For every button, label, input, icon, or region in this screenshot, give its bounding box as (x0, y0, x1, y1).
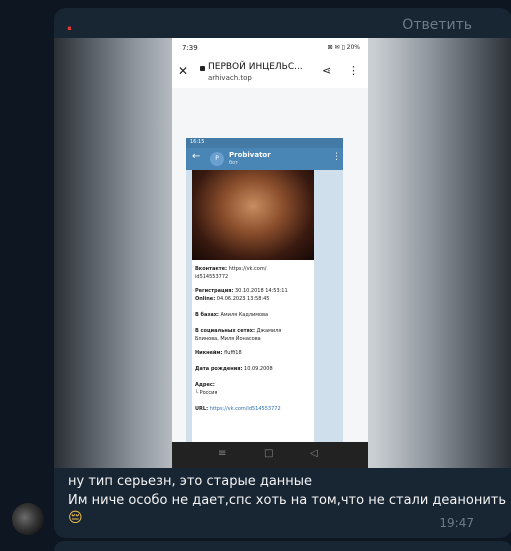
share-icon: ⋖ (322, 64, 332, 77)
next-message-bubble (54, 541, 511, 551)
attached-image[interactable]: 7:39 ⊠ ✉ ▯ 20% ✕ ПЕРВОЙ ИНЦЕЛЬС... arhiv… (54, 38, 511, 468)
bot-avatar: P (210, 152, 224, 166)
message-bubble: 7:39 ⊠ ✉ ▯ 20% ✕ ПЕРВОЙ ИНЦЕЛЬС... arhiv… (54, 38, 511, 538)
phone-screenshot: 7:39 ⊠ ✉ ▯ 20% ✕ ПЕРВОЙ ИНЦЕЛЬС... arhiv… (172, 38, 368, 468)
info-line: URL: https://vk.com/id514553772 (195, 406, 281, 412)
message-timestamp: 19:47 (439, 516, 474, 530)
info-line: id514553772 (195, 274, 229, 280)
bot-message-card: Вконтакте: https://vk.com/ id514553772 Р… (192, 170, 314, 450)
bot-subtitle: бот (229, 160, 239, 166)
inner-status-bar: 16:15 (186, 138, 343, 148)
info-line: Адрес: (195, 382, 215, 388)
close-icon: ✕ (178, 64, 189, 78)
lock-icon (200, 66, 205, 71)
message-text-line-1: ну тип серьезн, это старые данные (68, 474, 313, 489)
inner-time: 16:15 (190, 139, 205, 145)
menu-icon: ≡ (218, 448, 227, 459)
info-line: Регистрация: 30.10.2018 14:53:11 (195, 288, 288, 294)
info-line: Блинова, Миля Йонасова (195, 336, 261, 342)
phone-status-icons: ⊠ ✉ ▯ 20% (327, 44, 360, 51)
home-icon: □ (264, 448, 274, 459)
sender-mark: . (66, 14, 73, 35)
info-line: Дата рождения: 10.09.2008 (195, 366, 273, 372)
browser-page: 16:15 ← P Probivator бот ⋮ Вконтакте: ht… (172, 88, 368, 468)
info-line: Никнейм: fluffi18 (195, 350, 242, 356)
more-icon: ⋮ (332, 152, 341, 162)
info-line: В социальных сетях: Джамиля (195, 328, 282, 334)
profile-photo (192, 170, 314, 260)
reply-button[interactable]: Ответить (402, 17, 472, 33)
browser-page-title: ПЕРВОЙ ИНЦЕЛЬС... (208, 62, 303, 72)
info-line: Online: 04.06.2023 13:58:45 (195, 296, 270, 302)
inner-chat-header: ← P Probivator бот ⋮ (186, 148, 343, 170)
info-line: В базах: Амиля Кадлимова (195, 312, 269, 318)
back-arrow-icon: ← (192, 151, 201, 162)
previous-message-bubble: . Ответить (54, 8, 511, 42)
browser-bar: ✕ ПЕРВОЙ ИНЦЕЛЬС... arhivach.top ⋖ ⋮ (172, 60, 368, 89)
sad-face-emoji: 😔 (68, 510, 83, 526)
phone-time: 7:39 (182, 44, 198, 52)
phone-status-bar: 7:39 ⊠ ✉ ▯ 20% (172, 38, 368, 60)
message-text-line-2: Им ниче особо не дает,спс хоть на том,чт… (68, 493, 507, 508)
inner-chat-background: Вконтакте: https://vk.com/ id514553772 Р… (186, 170, 343, 468)
phone-nav-bar: ≡ □ ◁ (172, 442, 368, 468)
info-line: Вконтакте: https://vk.com/ (195, 266, 267, 272)
bot-name: Probivator (229, 151, 271, 159)
telegram-screenshot: 16:15 ← P Probivator бот ⋮ Вконтакте: ht… (186, 138, 343, 468)
more-icon: ⋮ (348, 64, 359, 77)
back-icon: ◁ (310, 448, 318, 459)
browser-url: arhivach.top (208, 74, 252, 82)
info-line: └ Россия (195, 390, 218, 396)
avatar[interactable] (12, 503, 44, 535)
